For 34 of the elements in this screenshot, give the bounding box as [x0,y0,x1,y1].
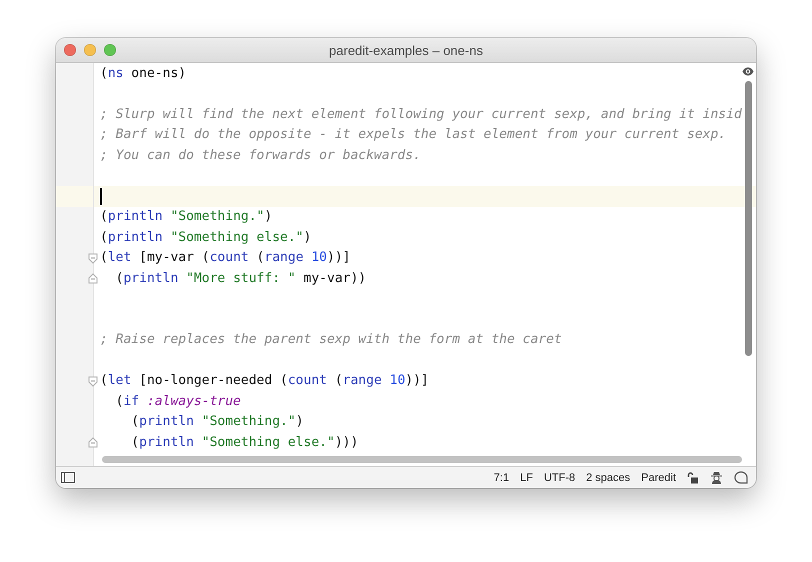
code-line: (ns one-ns) [100,66,186,81]
zoom-button[interactable] [104,44,116,56]
code-comment: ; Slurp will find the next element following your current sexp, and bring it insid [100,106,742,122]
code-line: (let [my-var (count (range 10))] [100,250,350,266]
speech-bubble-icon[interactable] [734,471,748,484]
code-line: (if :always-true [114,394,241,409]
fold-marker-icon[interactable] [88,376,98,386]
status-item[interactable]: LF [520,472,533,484]
vertical-scrollbar[interactable] [745,81,752,356]
text-caret [100,188,102,205]
fold-marker-icon[interactable] [88,252,98,264]
code-line: (println "More stuff: " my-var)) [114,270,366,286]
close-button[interactable] [64,44,76,56]
status-item[interactable]: 7:1 [494,472,510,484]
window-title: paredit-examples – one-ns [329,42,483,58]
code-comment: ; You can do these forwards or backwards. [100,148,421,163]
status-item[interactable]: UTF-8 [544,472,576,484]
fold-marker-icon[interactable] [88,273,98,284]
unlocked-padlock-icon[interactable] [687,472,699,484]
code-line: (println "Something else.") [100,230,312,245]
panel-toggle-icon[interactable] [61,472,75,483]
horizontal-scrollbar[interactable] [102,456,742,463]
code-line: (println "Something.") [100,209,272,224]
minimize-button[interactable] [84,44,96,56]
hat-figure-icon[interactable] [710,471,723,484]
status-item[interactable]: Paredit [641,472,676,484]
code-comment: ; Raise replaces the parent sexp with the form at the caret [100,332,562,348]
code-line: (println "Something.") [130,414,304,430]
eye-icon[interactable] [742,67,754,76]
status-item[interactable]: 2 spaces [586,472,630,484]
code-line: (println "Something else."))) [130,434,358,450]
fold-marker-icon[interactable] [88,437,98,448]
code-comment: ; Barf will do the opposite - it expels the last element from your current sexp. [100,127,726,142]
code-line: (let [no-longer-needed (count (range 10))] [100,373,429,388]
